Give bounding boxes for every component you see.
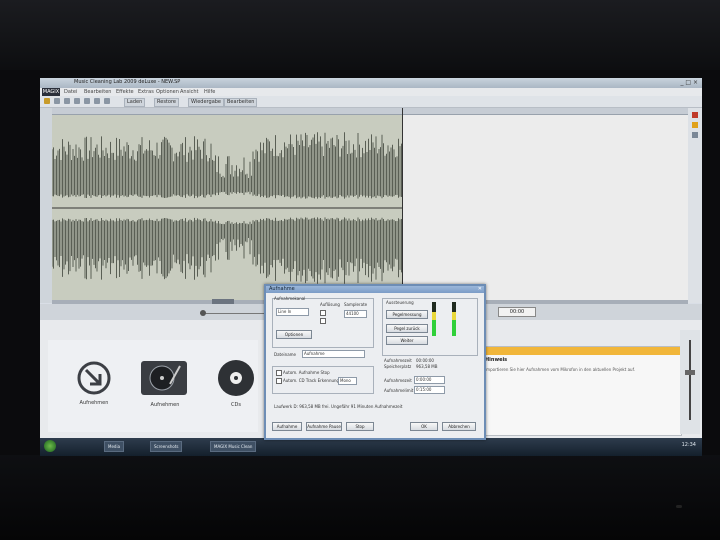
taskbar-item-screenshots[interactable]: Screenshots bbox=[150, 441, 183, 452]
source-group-label: Aufnahmekanal bbox=[274, 296, 306, 301]
time1-field[interactable]: 0:00:00 bbox=[414, 376, 445, 384]
level-reset-button[interactable]: Pegel zurück bbox=[386, 324, 428, 333]
time2-field[interactable]: 0:15:00 bbox=[414, 386, 445, 394]
rate-label: Samplerate bbox=[344, 302, 368, 307]
menu-view[interactable]: Ansicht bbox=[180, 89, 198, 95]
cut-icon[interactable] bbox=[84, 98, 90, 104]
ok-button[interactable]: OK bbox=[410, 422, 438, 431]
title-bar: Music Cleaning Lab 2009 deLuxe - NEW.SP … bbox=[40, 78, 702, 88]
edit-button[interactable]: Bearbeiten bbox=[224, 98, 258, 107]
taskbar-item-media[interactable]: Media bbox=[104, 441, 125, 452]
autostop-checkbox[interactable] bbox=[276, 370, 282, 376]
volume-slider-knob[interactable] bbox=[685, 370, 695, 375]
drive-info: Laufwerk D: 963,58 MB frei. Ungefähr 91 … bbox=[274, 404, 403, 409]
record-button[interactable]: Aufnahme bbox=[272, 422, 302, 431]
filename-label: Dateiname bbox=[274, 352, 297, 357]
level-meter-right bbox=[452, 302, 456, 336]
rate-select[interactable]: 44100 bbox=[344, 310, 367, 318]
play-cursor[interactable] bbox=[402, 108, 403, 304]
source-label-cd: CDs bbox=[231, 402, 241, 408]
undo-icon[interactable] bbox=[64, 98, 70, 104]
dialog-close-icon[interactable]: ✕ bbox=[478, 286, 482, 292]
level-meter-left bbox=[432, 302, 436, 336]
menu-edit[interactable]: Bearbeiten bbox=[84, 89, 111, 95]
monitor-bezel-top bbox=[0, 0, 720, 70]
time1-label: Aufnahmezeit bbox=[384, 378, 412, 383]
record-time-label: Aufnahmezeit bbox=[384, 358, 412, 363]
stereo-radio[interactable] bbox=[320, 318, 326, 324]
playback-button[interactable]: Wiedergabe bbox=[188, 98, 225, 107]
save-icon[interactable] bbox=[54, 98, 60, 104]
power-led bbox=[676, 505, 682, 508]
record-dialog: Aufnahme ✕ Aufnahmekanal Line In Auflösu… bbox=[264, 284, 486, 440]
load-button[interactable]: Laden bbox=[124, 98, 146, 107]
free-space-value: 963,58 MB bbox=[416, 364, 438, 369]
menu-file[interactable]: Datei bbox=[64, 89, 77, 95]
audio-track[interactable] bbox=[51, 115, 402, 301]
volume-slider-track bbox=[689, 340, 691, 420]
timeline-ruler[interactable] bbox=[52, 108, 688, 115]
info-pane-header bbox=[481, 347, 681, 355]
options-button[interactable]: Optionen bbox=[276, 330, 312, 339]
device-select[interactable]: Line In bbox=[276, 308, 309, 316]
redo-icon[interactable] bbox=[74, 98, 80, 104]
position-slider-track bbox=[200, 313, 270, 314]
channels-label: Auflösung bbox=[320, 302, 340, 307]
start-button[interactable] bbox=[44, 440, 56, 452]
source-label-vinyl: Aufnehmen bbox=[150, 402, 180, 408]
stop-button[interactable]: Stop bbox=[346, 422, 374, 431]
menu-options[interactable]: Optionen bbox=[156, 89, 179, 95]
zoom-icon[interactable] bbox=[692, 132, 698, 138]
taskbar-clock: 12:34 bbox=[681, 442, 696, 448]
screen: Music Cleaning Lab 2009 deLuxe - NEW.SP … bbox=[40, 78, 702, 456]
settings-button[interactable]: Weiter bbox=[386, 336, 428, 345]
open-icon[interactable] bbox=[44, 98, 50, 104]
autostop-label: Autom. Aufnahme Stop bbox=[283, 370, 330, 375]
cancel-button[interactable]: Abbrechen bbox=[442, 422, 476, 431]
volume-slider-panel bbox=[680, 330, 700, 434]
position-slider-knob[interactable] bbox=[200, 310, 206, 316]
pause-button[interactable]: Aufnahme Pause bbox=[306, 422, 342, 431]
time-display: 00:00 bbox=[498, 307, 536, 317]
info-text: Importieren Sie hier Aufnahmen vom Mikro… bbox=[485, 367, 635, 372]
dialog-title: Aufnahme bbox=[266, 286, 484, 293]
taskbar-item-magix[interactable]: MAGIX Music Clean bbox=[210, 441, 257, 452]
record-icon[interactable] bbox=[692, 112, 698, 118]
level-group-label: Aussteuerung bbox=[386, 300, 414, 305]
microphone-arrow-icon[interactable] bbox=[76, 360, 112, 400]
paste-icon[interactable] bbox=[104, 98, 110, 104]
waveform bbox=[51, 132, 402, 284]
info-pane: Hinweis Importieren Sie hier Aufnahmen v… bbox=[480, 346, 682, 436]
autotrack-mode[interactable]: Mono bbox=[338, 377, 357, 385]
autotrack-label: Autom. CD Track Erkennung bbox=[283, 378, 340, 383]
autotrack-checkbox[interactable] bbox=[276, 378, 282, 384]
mono-radio[interactable] bbox=[320, 310, 326, 316]
magix-logo[interactable]: MAGIX bbox=[42, 88, 60, 96]
restore-button[interactable]: Restore bbox=[154, 98, 179, 107]
empty-track-area[interactable] bbox=[402, 115, 688, 301]
menu-extras[interactable]: Extras bbox=[138, 89, 154, 95]
menu-help[interactable]: Hilfe bbox=[204, 89, 215, 95]
level-measure-button[interactable]: Pegelmessung bbox=[386, 310, 428, 319]
window-title: Music Cleaning Lab 2009 deLuxe - NEW.SP bbox=[74, 79, 181, 85]
source-label-mic: Aufnehmen bbox=[79, 400, 109, 406]
taskbar bbox=[40, 438, 702, 456]
turntable-icon[interactable] bbox=[140, 358, 188, 402]
record-time-value: 00:00:00 bbox=[416, 358, 434, 363]
free-space-label: Speicherplatz bbox=[384, 364, 412, 369]
info-heading: Hinweis bbox=[485, 357, 508, 363]
window-controls[interactable]: _ □ × bbox=[680, 79, 698, 86]
left-tool-strip bbox=[40, 108, 52, 303]
time2-label: Aufnahmelimit bbox=[384, 388, 414, 393]
marker-icon[interactable] bbox=[692, 122, 698, 128]
menu-effects[interactable]: Effekte bbox=[116, 89, 134, 95]
filename-field[interactable]: Aufnahme bbox=[302, 350, 365, 358]
copy-icon[interactable] bbox=[94, 98, 100, 104]
cd-icon[interactable] bbox=[216, 358, 256, 402]
monitor-bezel-bottom bbox=[0, 455, 720, 540]
